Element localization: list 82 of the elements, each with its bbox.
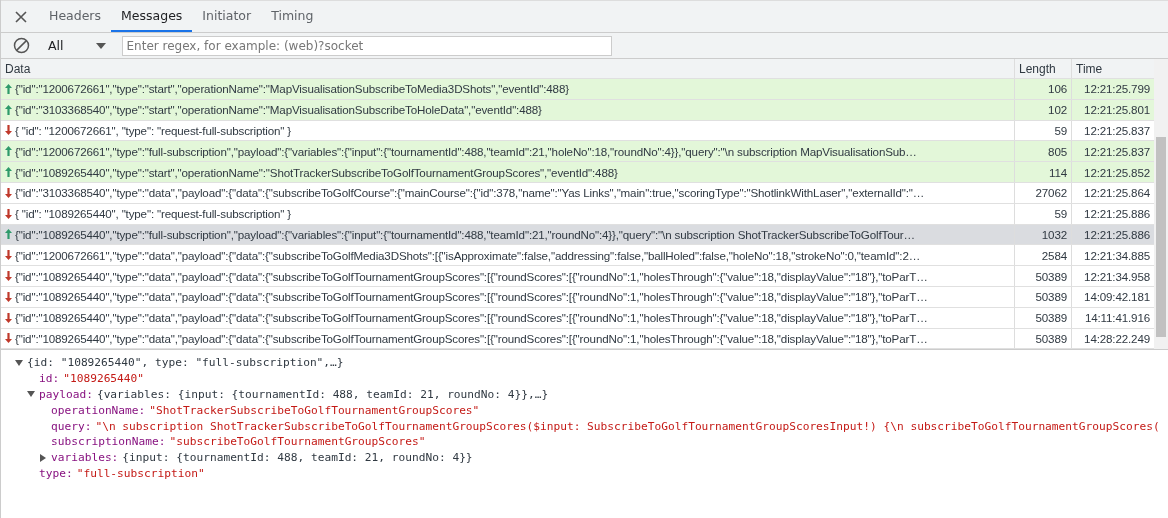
column-header[interactable]: Length [1015, 59, 1072, 78]
message-data: { "id": "1200672661", "type": "request-full-subscription" } [15, 124, 292, 137]
message-data: {"id":"3103368540","type":"start","operationName":"MapVisualisationSubscribeToHoleData","eventId":488} [15, 103, 542, 117]
tab[interactable]: Headers [39, 1, 112, 32]
message-data: {"id":"1089265440","type":"data","payload":{"data":{"subscribeToGolfTournamentGroupScores":[{"roundScores":[{"roundNo":1,"holesThrough":{"value":18,"displayValue":"18"},"toParT… [15, 331, 928, 345]
message-time: 12:21:25.886 [1084, 227, 1150, 241]
property-value: "\n subscription ShotTrackerSubscribeToGolfTournamentGroupScores($input: SubscribeToGolfTournamentGroupScoresInput!) {\n subscribeToGolfTournamentGroupScores( [95, 419, 1160, 433]
message-row[interactable]: {"id":"1089265440","type":"data","payload":{"data":{"subscribeToGolfTournamentGroupScores":[{"roundScores":[{"roundNo":1,"holesThrough":{"value":18,"displayValue":"18"},"toParT… 50389 14:11:41.916 [1, 307, 1154, 329]
message-data: {"id":"1089265440","type":"data","payload":{"data":{"subscribeToGolfTournamentGroupScores":[{"roundScores":[{"roundNo":1,"holesThrough":{"value":18,"displayValue":"18"},"toParT… [15, 311, 928, 325]
message-row[interactable]: { "id": "1089265440", "type": "request-full-subscription" } 59 12:21:25.886 [1, 203, 1154, 225]
property-key: operationName: [51, 403, 146, 417]
property-value: {variables: {input: {tournamentId: 488, teamId: 21, roundNo: 4}},…} [96, 388, 549, 401]
property-value: "subscribeToGolfTournamentGroupScores" [169, 435, 426, 449]
property-key: subscriptionName: [51, 435, 166, 449]
message-row[interactable]: {"id":"1089265440","type":"full-subscription","payload":{"variables":{"input":{"tournamentId":488,"teamId":21,"roundNo":4}},"query":"\n subscription ShotTrackerSubscribeToGolfTour… 1032 12:21:25.886 [1, 224, 1154, 246]
filter-dropdown[interactable]: All [38, 38, 114, 53]
message-row[interactable]: {"id":"1089265440","type":"data","payload":{"data":{"subscribeToGolfTournamentGroupScores":[{"roundScores":[{"roundNo":1,"holesThrough":{"value":18,"displayValue":"18"},"toParT… 50389 12:21:34.958 [1, 266, 1154, 287]
message-time: 14:11:41.916 [1084, 311, 1150, 325]
message-time: 12:21:34.885 [1084, 248, 1150, 262]
message-row[interactable]: {"id":"3103368540","type":"start","operationName":"MapVisualisationSubscribeToHoleData","eventId":488} 102 12:21:25.801 [1, 99, 1154, 121]
property-value: {input: {tournamentId: 488, teamId: 21, roundNo: 4}} [122, 451, 473, 465]
clear-icon[interactable] [13, 37, 30, 54]
message-row[interactable]: {"id":"1089265440","type":"data","payload":{"data":{"subscribeToGolfTournamentGroupScores":[{"roundScores":[{"roundNo":1,"holesThrough":{"value":18,"displayValue":"18"},"toParT… 50389 14:09:42.181 [1, 286, 1154, 308]
message-time: 12:21:25.801 [1084, 103, 1150, 117]
column-header[interactable]: Time [1072, 59, 1154, 78]
message-data: {"id":"3103368540","type":"data","payload":{"data":{"subscribeToGolfCourse":{"mainCourse":{"id":378,"name":"Yas Links","main":true,"scoringType":"ShotlinkWithLaser","externalId":"… [15, 186, 925, 200]
message-data: {"id":"1089265440","type":"start","operationName":"ShotTrackerSubscribeToGolfTournamentGroupScores","eventId":488} [15, 165, 618, 179]
object-summary: {id: "1089265440", type: "full-subscription",…} [27, 356, 344, 370]
column-header[interactable]: Data [1, 59, 1015, 78]
message-length: 106 [1048, 82, 1067, 96]
message-time: 12:21:25.852 [1084, 165, 1150, 179]
message-length: 102 [1048, 103, 1067, 117]
property-key: payload: [39, 388, 93, 401]
message-time: 12:21:25.864 [1084, 186, 1150, 200]
message-data: {"id":"1200672661","type":"start","operationName":"MapVisualisationSubscribeToMedia3DShots","eventId":488} [15, 82, 569, 96]
message-length: 50389 [1035, 311, 1067, 325]
message-length: 50389 [1035, 290, 1067, 304]
message-length: 59 [1054, 207, 1067, 221]
message-data: {"id":"1200672661","type":"full-subscription","payload":{"variables":{"input":{"tournamentId":488,"teamId":21,"holeNo":18,"roundNo":4}},"query":"\n subscription MapVisualisationSub… [15, 144, 917, 158]
message-data: {"id":"1089265440","type":"data","payload":{"data":{"subscribeToGolfTournamentGroupScores":[{"roundScores":[{"roundNo":1,"holesThrough":{"value":18,"displayValue":"18"},"toParT… [15, 290, 928, 304]
message-row[interactable]: { "id": "1200672661", "type": "request-full-subscription" } 59 12:21:25.837 [1, 120, 1154, 142]
property-key: variables: [51, 451, 119, 465]
message-length: 1032 [1041, 227, 1067, 241]
message-data: {"id":"1089265440","type":"full-subscription","payload":{"variables":{"input":{"tournamentId":488,"teamId":21,"roundNo":4}},"query":"\n subscription ShotTrackerSubscribeToGolfTour… [15, 227, 915, 241]
caret-icon [95, 42, 106, 49]
message-length: 50389 [1035, 269, 1067, 283]
tab[interactable]: Timing [261, 1, 324, 32]
message-data: {"id":"1200672661","type":"data","payload":{"data":{"subscribeToGolfMedia3DShots":[{"isApproximate":false,"addressing":false,"ballHoled":false,"holeNo":18,"strokeNo":0,"teamId":2… [15, 248, 921, 262]
property-value: "1089265440" [63, 372, 145, 386]
message-time: 14:28:22.249 [1084, 331, 1150, 345]
property-value: "full-subscription" [76, 466, 205, 480]
message-length: 805 [1048, 144, 1067, 158]
property-key: query: [51, 419, 92, 433]
scrollbar[interactable] [1154, 59, 1168, 349]
message-length: 2584 [1041, 248, 1067, 262]
message-length: 50389 [1035, 331, 1067, 345]
message-time: 12:21:25.837 [1084, 144, 1150, 158]
message-time: 12:21:25.799 [1084, 82, 1150, 96]
message-length: 114 [1048, 165, 1067, 179]
message-row[interactable]: {"id":"1089265440","type":"data","payload":{"data":{"subscribeToGolfTournamentGroupScores":[{"roundScores":[{"roundNo":1,"holesThrough":{"value":18,"displayValue":"18"},"toParT… 50389 14:28:22.249 [1, 328, 1154, 350]
message-time: 12:21:25.837 [1084, 124, 1150, 137]
property-key: type: [39, 466, 73, 480]
message-row[interactable]: {"id":"1200672661","type":"data","payload":{"data":{"subscribeToGolfMedia3DShots":[{"isApproximate":false,"addressing":false,"ballHoled":false,"holeNo":18,"strokeNo":0,"teamId":2… 2584 12:21:34.885 [1, 245, 1154, 267]
message-row[interactable]: {"id":"1200672661","type":"start","operationName":"MapVisualisationSubscribeToMedia3DShots","eventId":488} 106 12:21:25.799 [1, 79, 1154, 100]
regex-filter-field[interactable]: Enter regex, for example: (web)?socket [121, 35, 612, 56]
tab[interactable]: Initiator [192, 1, 262, 32]
message-time: 14:09:42.181 [1084, 290, 1150, 304]
message-length: 59 [1054, 124, 1067, 137]
message-time: 12:21:34.958 [1084, 269, 1150, 283]
message-data: {"id":"1089265440","type":"data","payload":{"data":{"subscribeToGolfTournamentGroupScores":[{"roundScores":[{"roundNo":1,"holesThrough":{"value":18,"displayValue":"18"},"toParT… [15, 269, 928, 283]
collapsed-triangle-icon[interactable] [39, 453, 47, 462]
property-value: "ShotTrackerSubscribeToGolfTournamentGroupScores" [149, 403, 480, 417]
property-key: id: [39, 372, 60, 386]
message-row[interactable]: {"id":"3103368540","type":"data","payload":{"data":{"subscribeToGolfCourse":{"mainCourse":{"id":378,"name":"Yas Links","main":true,"scoringType":"ShotlinkWithLaser","externalId":"… 27062 12:21:25.864 [1, 183, 1154, 204]
message-data: { "id": "1089265440", "type": "request-full-subscription" } [15, 207, 292, 221]
message-time: 12:21:25.886 [1084, 207, 1150, 221]
expanded-triangle-icon[interactable] [15, 358, 23, 367]
message-row[interactable]: {"id":"1200672661","type":"full-subscription","payload":{"variables":{"input":{"tournamentId":488,"teamId":21,"holeNo":18,"roundNo":4}},"query":"\n subscription MapVisualisationSub… 805 12:21:25.837 [1, 141, 1154, 163]
close-icon[interactable] [15, 10, 27, 23]
message-length: 27062 [1035, 186, 1067, 200]
expanded-triangle-icon[interactable] [27, 390, 35, 399]
message-row[interactable]: {"id":"1089265440","type":"start","operationName":"ShotTrackerSubscribeToGolfTournamentGroupScores","eventId":488} 114 12:21:25.852 [1, 162, 1154, 183]
